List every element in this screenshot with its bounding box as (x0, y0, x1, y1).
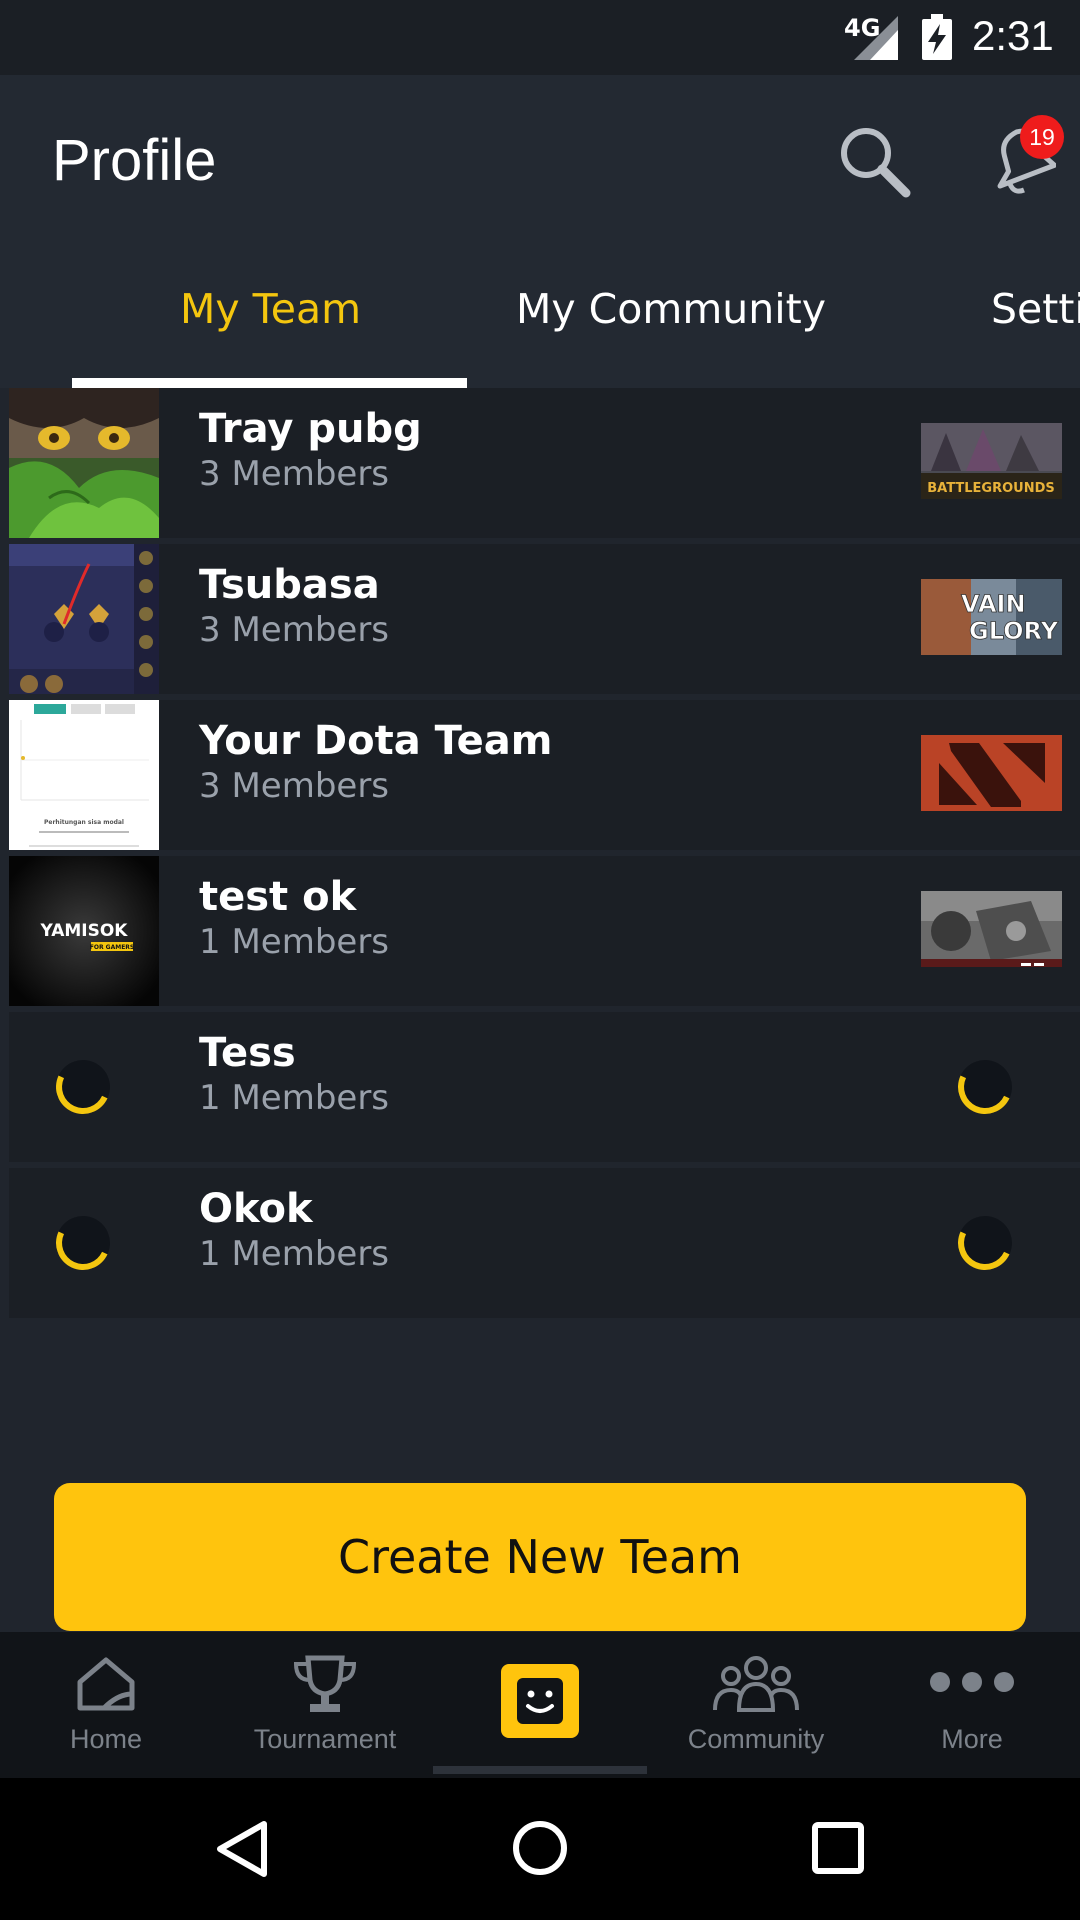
team-avatar: Perhitungan sisa modal (9, 700, 159, 850)
team-avatar (9, 544, 159, 694)
system-navigation-bar (0, 1778, 1080, 1920)
svg-text:BATTLEGROUNDS: BATTLEGROUNDS (927, 481, 1054, 496)
team-member-count: 1 Members (199, 1078, 390, 1118)
game-thumbnail (921, 891, 1062, 967)
create-new-team-button[interactable]: Create New Team (54, 1483, 1026, 1631)
notification-badge: 19 (1020, 115, 1064, 159)
tab-settings[interactable]: Setti (991, 285, 1080, 333)
loading-spinner (950, 1208, 1020, 1278)
nav-label: Tournament (253, 1724, 397, 1754)
search-button[interactable] (836, 123, 912, 199)
back-icon[interactable] (212, 1818, 272, 1880)
team-row[interactable]: Okok 1 Members (9, 1168, 1080, 1318)
signal-icon (854, 16, 898, 60)
people-icon (713, 1656, 799, 1712)
trophy-icon (293, 1655, 357, 1712)
team-name: Tess (199, 1030, 296, 1076)
team-member-count: 1 Members (199, 1234, 390, 1274)
team-avatar: YAMISOK FOR GAMERS (9, 856, 159, 1006)
nav-label: Community (687, 1724, 825, 1754)
team-name: test ok (199, 874, 357, 920)
nav-more[interactable]: More (902, 1632, 1042, 1778)
app-bar: Profile 19 (0, 75, 1080, 245)
profile-face-icon (501, 1664, 579, 1738)
team-name: Okok (199, 1186, 313, 1232)
loading-spinner (48, 1208, 118, 1278)
page-title: Profile (52, 128, 217, 193)
search-icon (841, 128, 911, 198)
team-row[interactable]: Tray pubg 3 Members BATTLEGROUNDS (9, 388, 1080, 538)
svg-text:GLORY: GLORY (969, 617, 1059, 645)
active-tab-indicator (72, 378, 467, 388)
game-thumbnail-vainglory: VAIN GLORY (921, 579, 1062, 655)
tab-bar: My Team My Community Setti (0, 245, 1080, 388)
team-row[interactable]: Tsubasa 3 Members VAIN GLORY (9, 544, 1080, 694)
svg-text:FOR GAMERS: FOR GAMERS (90, 944, 135, 951)
nav-label: Home (69, 1724, 143, 1754)
tab-my-community[interactable]: My Community (516, 285, 826, 333)
team-row[interactable]: Tess 1 Members (9, 1012, 1080, 1162)
clock: 2:31 (972, 12, 1054, 59)
team-name: Tray pubg (199, 406, 422, 452)
nav-home[interactable]: Home (36, 1632, 176, 1778)
team-list: Tray pubg 3 Members BATTLEGROUNDS Tsubas… (9, 388, 1080, 1324)
loading-spinner (48, 1052, 118, 1122)
tab-my-team[interactable]: My Team (180, 285, 361, 333)
bottom-navigation: Home Tournament Community More (0, 1632, 1080, 1778)
home-icon (77, 1657, 135, 1711)
team-row[interactable]: YAMISOK FOR GAMERS test ok 1 Members (9, 856, 1080, 1006)
team-member-count: 3 Members (199, 766, 390, 806)
game-thumbnail-dota (921, 735, 1062, 811)
svg-text:VAIN: VAIN (961, 590, 1026, 618)
team-row[interactable]: Perhitungan sisa modal Your Dota Team 3 … (9, 700, 1080, 850)
team-avatar (9, 388, 159, 538)
team-member-count: 3 Members (199, 610, 390, 650)
battery-charging-icon (922, 14, 952, 60)
game-thumbnail-pubg: BATTLEGROUNDS (921, 423, 1062, 499)
status-bar: 4G 2:31 (0, 0, 1080, 75)
nav-community[interactable]: Community (676, 1632, 836, 1778)
nav-tournament[interactable]: Tournament (240, 1632, 410, 1778)
team-name: Your Dota Team (199, 718, 553, 764)
recents-icon[interactable] (810, 1820, 866, 1876)
nav-label: More (941, 1724, 1003, 1754)
svg-text:Perhitungan sisa modal: Perhitungan sisa modal (44, 819, 124, 826)
team-member-count: 1 Members (199, 922, 390, 962)
nav-profile[interactable] (470, 1632, 610, 1778)
more-dots-icon (930, 1672, 1014, 1692)
home-circle-icon[interactable] (510, 1818, 570, 1878)
svg-text:YAMISOK: YAMISOK (40, 921, 129, 941)
team-member-count: 3 Members (199, 454, 390, 494)
team-name: Tsubasa (199, 562, 380, 608)
loading-spinner (950, 1052, 1020, 1122)
active-nav-indicator (433, 1766, 647, 1774)
